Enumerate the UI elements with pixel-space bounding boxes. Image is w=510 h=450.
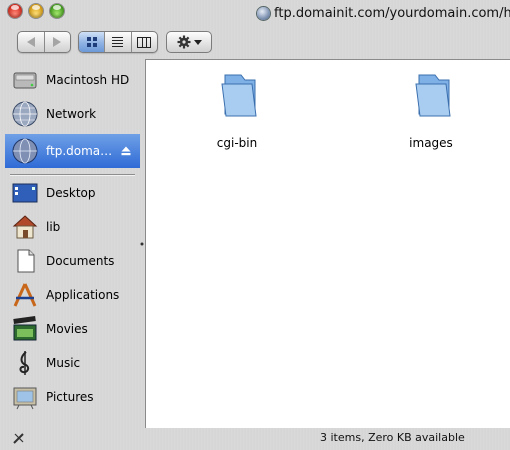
back-forward-control (17, 31, 71, 53)
forward-arrow-icon (53, 37, 62, 47)
icon-view-button[interactable] (79, 32, 105, 52)
globe-icon (257, 7, 270, 20)
sidebar-item-label: Documents (46, 254, 115, 268)
sidebar-item-label: lib (46, 220, 61, 234)
sidebar-item-label: Movies (46, 322, 88, 336)
sidebar-item-label: Desktop (46, 186, 96, 200)
sidebar-item-label: Macintosh HD (46, 73, 130, 87)
minimize-button[interactable] (29, 4, 43, 18)
home-icon (12, 215, 38, 239)
sidebar-divider (10, 174, 135, 175)
movies-icon (13, 315, 37, 341)
status-bar: 3 items, Zero KB available (0, 428, 510, 450)
column-view-icon (137, 36, 152, 48)
sidebar-item-documents[interactable]: Documents (5, 244, 140, 278)
icon-view-icon (86, 37, 97, 47)
hard-disk-icon (13, 72, 37, 89)
chevron-down-icon (193, 39, 202, 45)
sidebar-item-applications[interactable]: Applications (5, 278, 140, 312)
desktop-icon (12, 183, 38, 203)
action-menu-button[interactable] (166, 31, 212, 53)
finder-window: ftp.domainit.com/yourdomain.com/htm Maci… (0, 0, 510, 450)
forward-button[interactable] (43, 32, 71, 52)
sidebar-item-label: Applications (46, 288, 120, 302)
window-title: ftp.domainit.com/yourdomain.com/htm (274, 6, 510, 21)
gear-icon (177, 35, 190, 49)
splitter-handle[interactable] (140, 240, 144, 248)
sidebar-item-label: Network (46, 107, 97, 121)
folder-label: images (409, 136, 453, 150)
applications-icon (13, 283, 37, 307)
column-view-button[interactable] (130, 32, 157, 52)
zoom-button[interactable] (50, 4, 64, 18)
sidebar-item-macintosh-hd[interactable]: Macintosh HD (5, 63, 140, 97)
music-icon (19, 351, 30, 375)
sidebar-item-label: Music (46, 356, 81, 370)
close-button[interactable] (8, 4, 22, 18)
back-arrow-icon (26, 37, 35, 47)
sidebar-item-lib[interactable]: lib (5, 210, 140, 244)
sidebar-item-desktop[interactable]: Desktop (5, 176, 140, 210)
sidebar-item-pictures[interactable]: Pictures (5, 380, 140, 414)
pencil-icon (13, 433, 24, 444)
folder-icon (221, 74, 257, 117)
list-view-icon (112, 37, 124, 47)
sidebar-item-ftp-server[interactable]: ftp.doma… (5, 134, 140, 168)
eject-icon[interactable] (121, 146, 131, 156)
file-browser: cgi-bin images (145, 59, 510, 428)
title-bar[interactable]: ftp.domainit.com/yourdomain.com/htm (0, 0, 510, 28)
back-button[interactable] (18, 32, 44, 52)
sidebar-item-movies[interactable]: Movies (5, 312, 140, 346)
toolbar (0, 26, 510, 58)
folder-label: cgi-bin (216, 136, 258, 150)
sidebar-item-network[interactable]: Network (5, 97, 140, 131)
network-globe-icon (12, 101, 38, 127)
status-text: 3 items, Zero KB available (320, 431, 465, 444)
list-view-button[interactable] (104, 32, 130, 52)
documents-icon (17, 249, 35, 273)
folder-icon (415, 74, 451, 117)
sidebar-item-music[interactable]: Music (5, 346, 140, 380)
folder-item-cgi-bin[interactable]: cgi-bin (192, 72, 282, 152)
sidebar: Macintosh HD Network ftp.doma… Desktop l… (5, 58, 140, 430)
pictures-icon (13, 387, 37, 410)
sidebar-item-label: Pictures (46, 390, 94, 404)
folder-item-images[interactable]: images (386, 72, 476, 152)
ftp-server-icon (12, 138, 38, 164)
sidebar-item-label: ftp.doma… (46, 144, 113, 158)
view-switcher (78, 31, 158, 53)
